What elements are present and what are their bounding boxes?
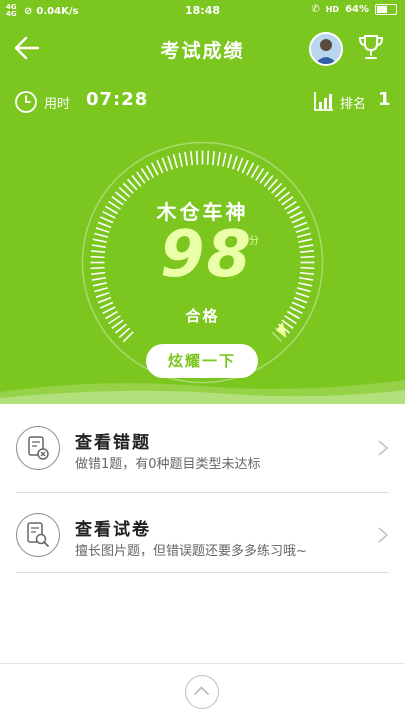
gauge-tick [172,154,178,169]
gauge-tick [91,244,106,248]
divider [16,572,389,573]
time-value: 07:28 [86,89,149,110]
gauge-tick [300,255,315,259]
trophy-button[interactable] [356,32,386,62]
pass-status: 合格 [185,307,220,325]
gauge-tick [300,266,315,270]
gauge-tick [92,238,107,243]
page-title: 考试成绩 [160,40,245,62]
show-off-button[interactable]: 炫耀一下 [146,344,258,378]
list-item-title: 查看错题 [75,433,151,453]
hd-indicator: HD [325,5,340,14]
gauge-tick [161,157,169,172]
gauge-tick [145,165,155,179]
trophy-icon [358,35,384,59]
gauge-tick [232,155,238,170]
chevron-right-icon [378,527,389,543]
gauge-tick [178,152,183,167]
phone-icon: ✆ [311,4,320,15]
gauge-tick [184,151,188,166]
gauge-tick [95,227,110,233]
gauge-tick [95,292,110,298]
gauge-tick [299,277,314,281]
view-paper-icon [16,513,60,557]
avatar-image [311,34,341,64]
gauge-tick [189,151,194,166]
gauge-tick [167,155,173,170]
avatar[interactable] [309,32,343,66]
scroll-up-button[interactable] [185,675,219,709]
gauge-tick [91,249,106,254]
gauge-tick [299,249,314,254]
result-header: 4G 4G ⊘ 0.04K/s 18:48 ✆ HD 64% 考试成绩 用时 0… [0,0,405,404]
gauge-tick [255,168,265,181]
nav-bar: 考试成绩 [0,28,405,68]
score-value: 98 [160,218,254,292]
list-item-wrong-questions[interactable]: 查看错题 做错1题，有0种题目类型未达标 [0,404,405,492]
gauge-tick [195,150,199,165]
list-item-subtitle: 做错1题，有0种题目类型未达标 [75,457,261,472]
rank-label: 排名 [340,97,367,112]
gauge-tick [295,227,310,233]
gauge-tick [246,162,255,176]
gauge-tick [241,159,249,174]
gauge-tick [91,271,106,276]
battery-percent: 64% [345,4,369,15]
gauge-tick [91,277,106,281]
status-bar: 4G 4G ⊘ 0.04K/s 18:48 ✆ HD 64% [0,0,405,22]
list-item-subtitle: 擅长图片题，但错误题还要多多练习哦~ [75,544,307,559]
rank-chart-icon [314,92,333,111]
score-unit: 分 [249,236,259,247]
gauge-tick [298,238,313,243]
gauge-tick [227,154,233,169]
chevron-up-icon [194,686,209,695]
wrong-questions-icon [16,426,60,470]
gauge-tick [299,244,314,248]
battery-icon [375,4,397,15]
gauge-tick [211,151,216,166]
rank-value: 1 [378,89,391,110]
gauge-tick [298,282,313,287]
gauge-tick [296,232,311,238]
gauge-tick [94,232,109,238]
gauge-tick [222,152,227,167]
gauge-tick [250,165,260,179]
gauge-tick [156,159,164,174]
gauge-tick [94,287,109,293]
gauge-tick [92,282,107,287]
bottom-divider [0,663,405,664]
gauge-tick [90,255,105,259]
gauge-tick [217,151,221,166]
gauge-tick [150,162,159,176]
time-label: 用时 [44,97,71,112]
gauge-tick [140,168,150,181]
gauge-tick [206,150,210,165]
gauge-tick [293,296,308,304]
info-bar: 用时 07:28 排名 1 [0,88,405,116]
list-item-title: 查看试卷 [75,520,151,540]
chevron-right-icon [378,440,389,456]
list-item-view-paper[interactable]: 查看试卷 擅长图片题，但错误题还要多多练习哦~ [0,493,405,581]
clock-icon [15,91,37,113]
battery-fill [377,6,388,13]
gauge-tick [295,292,310,298]
gauge-tick [90,266,105,270]
gauge-tick [296,287,311,293]
gauge-tick [236,157,244,172]
gauge-tick [97,296,112,304]
gauge-tick [299,271,314,276]
